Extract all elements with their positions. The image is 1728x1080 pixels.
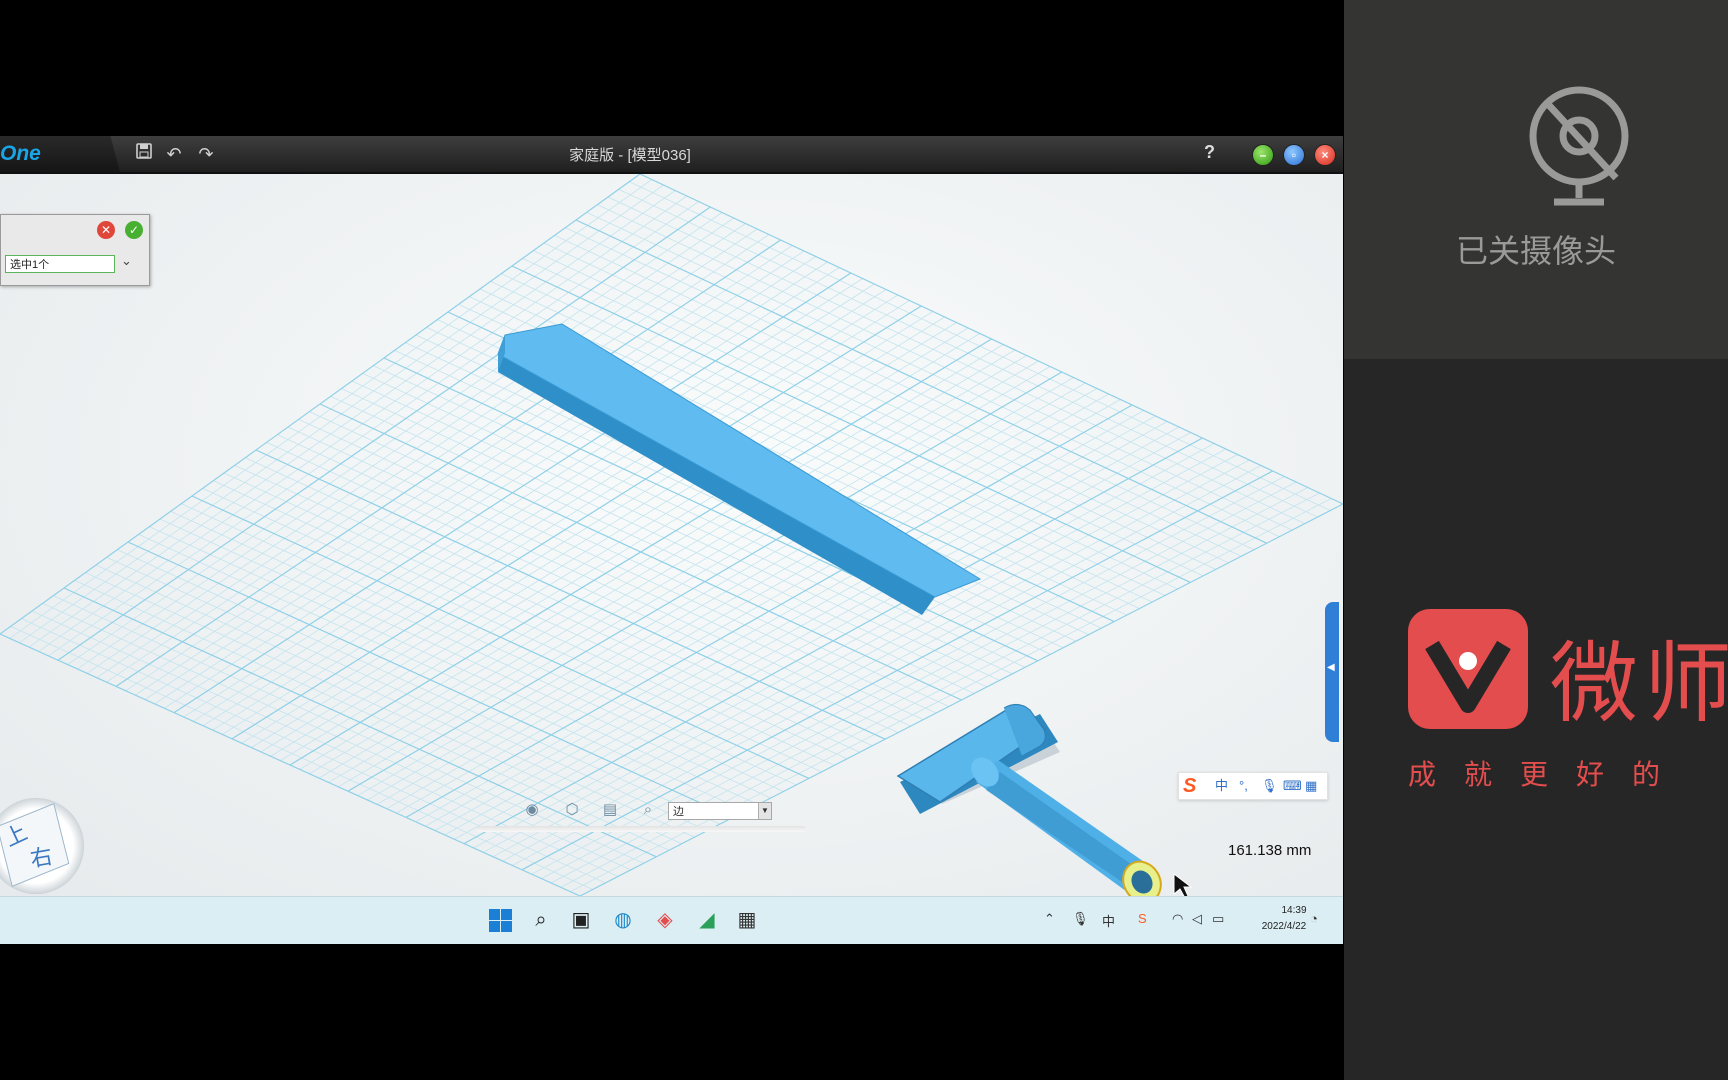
undo-icon[interactable]: ↶ [162,142,186,166]
battery-icon[interactable]: ▭ [1212,911,1224,927]
panel-confirm-button[interactable]: ✓ [125,221,143,239]
keyboard-icon[interactable]: ⌨ [1283,777,1302,795]
filter-select-value: 边 [673,806,684,818]
save-icon[interactable] [132,142,156,166]
side-panel-toggle[interactable]: ◀ [1325,602,1339,742]
screen-recording-area: One ↶ ↷ 家庭版 - [模型036] ? – ▫ × ✕ ✓ 选中1个 ⌄… [0,136,1343,944]
sword-model[interactable] [0,174,1343,896]
toolbar-rail [476,826,806,832]
box-icon[interactable]: ⬡ [562,800,582,820]
maximize-button[interactable]: ▫ [1283,144,1305,166]
windows-start-icon[interactable] [488,907,514,933]
windows-taskbar: ⌕ ▣ ◍ ◈ ◢ ▦ ⌃ 🎙 中 S ◠ ◁ ▭ 14:39 2022/4/2… [0,896,1343,944]
microphone-icon[interactable]: 🎙 [1261,777,1278,795]
task-view-icon[interactable]: ▣ [568,907,594,933]
camera-panel: 已关摄像头 [1344,0,1728,359]
check-icon: ✓ [128,223,140,237]
close-icon: ✕ [100,223,112,237]
camera-off-icon [1529,86,1629,206]
weishi-app-icon[interactable]: ◈ [652,907,678,933]
minimize-icon: – [1259,148,1267,162]
sogou-ime-icon[interactable]: S [1183,774,1207,798]
mouse-cursor-icon [1173,872,1193,896]
eye-icon[interactable]: ◉ [522,800,542,820]
redo-icon[interactable]: ↷ [194,142,218,166]
app-title-bar: One ↶ ↷ 家庭版 - [模型036] ? – ▫ × [0,136,1343,174]
weishi-logo-icon [1408,609,1528,729]
dropdown-arrow-icon[interactable]: ▼ [758,803,771,819]
brand-slogan: 成就更好的 [1408,759,1689,790]
volume-icon[interactable]: ◁ [1192,911,1202,927]
blade-side-face [498,354,935,615]
ime-toolbar: S 中 °, 🎙 ⌨ ▦ [1178,772,1328,800]
layers-icon[interactable]: ▤ [600,800,620,820]
expand-chevron-icon[interactable]: ⌄ [121,253,132,269]
tray-ime-icon[interactable]: 中 [1102,911,1115,930]
search-icon[interactable]: ⌕ [528,907,554,933]
close-icon: × [1321,148,1329,162]
brand-panel: 微师 成就更好的 [1344,359,1728,1080]
tray-overflow-icon[interactable]: ⌃ [1044,911,1055,927]
edge-browser-icon[interactable]: ◍ [610,907,636,933]
brand-name: 微师 [1550,634,1728,733]
minimize-button[interactable]: – [1252,144,1274,166]
calculator-icon[interactable]: ▦ [734,907,760,933]
punctuation-icon[interactable]: °, [1239,777,1248,795]
apps-icon[interactable]: ▦ [1305,777,1317,795]
view-toolbar: ◉ ⬡ ▤ ⌕ 边 ▼ [476,796,810,832]
maximize-icon: ▫ [1291,148,1297,162]
measurement-readout: 161.138 mm [1228,842,1312,859]
3d-viewport[interactable]: ✕ ✓ 选中1个 ⌄ 上 右 ◀ ◉ ⬡ ▤ ⌕ 边 ▼ 161.138 mm … [0,174,1343,896]
app-logo: One [0,142,41,165]
blade-top-face[interactable] [497,323,982,598]
notification-icon[interactable]: ◔ [1310,911,1318,926]
wifi-icon[interactable]: ◠ [1172,911,1183,927]
camera-status-label: 已关摄像头 [1455,233,1616,269]
collapse-arrow-icon: ◀ [1327,662,1335,673]
selection-field[interactable]: 选中1个 [5,255,115,273]
close-button[interactable]: × [1314,144,1336,166]
tray-microphone-icon[interactable]: 🎙 [1072,911,1089,927]
panel-cancel-button[interactable]: ✕ [97,221,115,239]
app-logo-tab[interactable]: One [0,136,120,172]
tray-sogou-icon[interactable]: S [1138,911,1147,926]
ime-mode-toggle[interactable]: 中 [1215,777,1228,795]
filter-select[interactable]: 边 ▼ [668,802,772,820]
screen-recorder-icon[interactable]: ◢ [694,907,720,933]
help-icon[interactable]: ? [1204,142,1215,163]
window-title: 家庭版 - [模型036] [569,147,691,164]
selection-panel: ✕ ✓ 选中1个 ⌄ [0,214,150,286]
zoom-icon[interactable]: ⌕ [638,800,658,820]
